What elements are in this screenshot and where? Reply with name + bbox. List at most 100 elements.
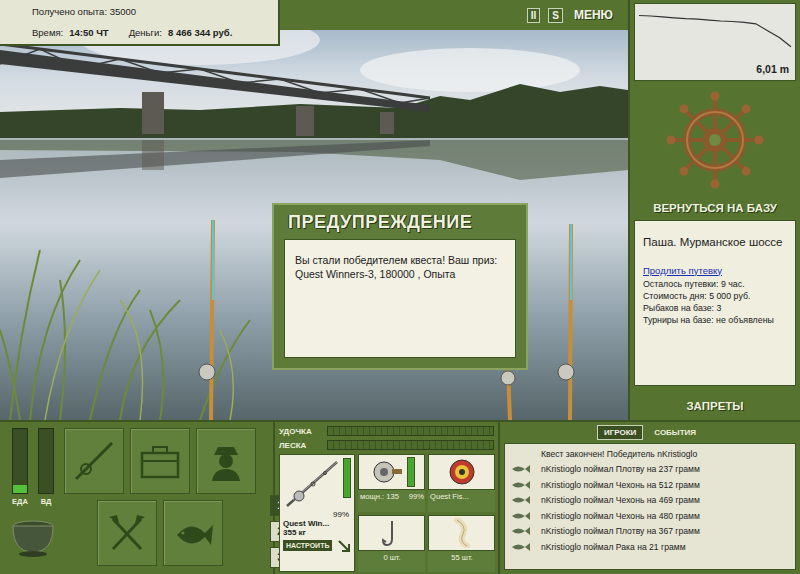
- player-stats: Получено опыта: 35000 Время: 14:50 ЧТ Деньг…: [0, 0, 280, 46]
- rod-name: Quest Win...: [283, 519, 351, 528]
- reel-wear-track: [407, 457, 415, 487]
- need-fill: [13, 485, 27, 493]
- side-panel: 6,01 m ВЕРНУТЬСЯ НА БАЗУ Паша. Мурманское …: [628, 0, 800, 420]
- rod-wear-reading: 99%: [283, 510, 351, 519]
- tackle: 99%Quest Win...355 кгНАСТРОИТЬмощн.: 135…: [279, 454, 494, 572]
- base-info-line: Турниры на базе: не объявлены: [643, 314, 789, 326]
- fish-icon: [511, 464, 531, 474]
- feed-row: nKristioglo поймал Чехонь на 512 грамм: [509, 477, 791, 493]
- dialog-message: Вы стали победителем квеста! Ваш приз: Q…: [284, 239, 516, 358]
- tension-label: ЛЕСКА: [279, 441, 323, 450]
- fish-icon: [511, 480, 531, 490]
- action-row: [64, 500, 256, 566]
- reel-text: мощн.: 135 99%: [358, 490, 425, 501]
- tension-row: УДОЧКА: [279, 426, 494, 436]
- feed-message: nKristioglo поймал Рака на 21 грамм: [541, 542, 686, 552]
- money-label: Деньги:: [129, 27, 162, 38]
- tackle-grid: мощн.: 135 99% Quest Fis... 0 шт. 55 шт.: [358, 454, 495, 572]
- cauldron-icon[interactable]: [8, 512, 58, 558]
- need-label: ЕДА: [12, 497, 28, 506]
- feed-section: ИГРОКИ СОБЫТИЯ Квест закончен! Победитель …: [500, 422, 800, 574]
- fish-slot: [509, 480, 533, 490]
- arrow-icon[interactable]: [338, 540, 350, 552]
- fish-slot: [509, 526, 533, 536]
- reel-slot[interactable]: мощн.: 135 99%: [358, 454, 425, 512]
- action-row: [64, 428, 256, 494]
- actions-section: ЕДАВД123: [0, 422, 275, 574]
- rod-weight: 355 кг: [283, 528, 351, 537]
- ship-wheel-icon[interactable]: [665, 90, 765, 190]
- feed-message: Квест закончен! Победитель nKristioglo: [541, 449, 697, 459]
- rod-wear-track: [343, 458, 351, 498]
- hook-image: [358, 515, 425, 551]
- base-info: Паша. Мурманское шоссеПродлить путевкуОс…: [634, 220, 796, 386]
- time-value: 14:50 ЧТ: [69, 27, 108, 38]
- time-label: Время:: [32, 27, 63, 38]
- tension-track: [327, 440, 494, 450]
- reel-image: [358, 454, 425, 490]
- setup-button[interactable]: НАСТРОИТЬ: [283, 540, 332, 551]
- feed-list: Квест закончен! Победитель nKristioglo nK…: [504, 443, 796, 570]
- rod-wear-fill: [344, 459, 350, 497]
- fish-icon: [171, 511, 215, 555]
- tackle-section: УДОЧКАЛЕСКА99%Quest Win...355 кгНАСТРОИТ…: [275, 422, 500, 574]
- line-spool-icon: [447, 458, 477, 486]
- rod-icon: [283, 458, 341, 510]
- tackle-box-icon: [138, 439, 182, 483]
- toolbar-button[interactable]: S: [548, 8, 563, 23]
- tension-label: УДОЧКА: [279, 427, 323, 436]
- feed-message: nKristioglo поймал Чехонь на 512 грамм: [541, 480, 700, 490]
- line-slot[interactable]: Quest Fis...: [428, 454, 495, 512]
- reel-wear-reading: 99%: [409, 492, 424, 501]
- hook-text: 0 шт.: [358, 551, 425, 562]
- hook-slot[interactable]: 0 шт.: [358, 515, 425, 573]
- feed-tabs: ИГРОКИ СОБЫТИЯ: [504, 425, 796, 440]
- bait-count: 55 шт.: [451, 553, 472, 562]
- reel-power: мощн.: 135: [360, 492, 399, 501]
- feed-row: Квест закончен! Победитель nKristioglo: [509, 446, 791, 462]
- fish-cage-button[interactable]: [163, 500, 223, 566]
- return-to-base-button[interactable]: ВЕРНУТЬСЯ НА БАЗУ: [630, 199, 800, 217]
- rod-button[interactable]: [64, 428, 124, 494]
- stats-row: Время: 14:50 ЧТ Деньги: 8 466 344 руб.: [32, 27, 278, 38]
- game-area: Получено опыта: 35000 Время: 14:50 ЧТ Деньг…: [0, 0, 800, 420]
- feed-tab[interactable]: ИГРОКИ: [597, 425, 643, 440]
- need-bars: ЕДА ВД: [12, 428, 54, 506]
- rod-icon: [72, 439, 116, 483]
- line-image: [428, 454, 495, 490]
- fisherman-icon: [204, 439, 248, 483]
- feed-row: nKristioglo поймал Чехонь на 469 грамм: [509, 493, 791, 509]
- toolbar-button[interactable]: II: [527, 8, 541, 23]
- hook-count: 0 шт.: [383, 553, 400, 562]
- toolbar-button[interactable]: МЕНЮ: [571, 7, 616, 23]
- fish-slot: [509, 464, 533, 474]
- need-meter: ЕДА: [12, 428, 28, 506]
- reel-wear-fill: [408, 458, 414, 486]
- fisherman-button[interactable]: [196, 428, 256, 494]
- tackle-box-button[interactable]: [130, 428, 190, 494]
- fish-icon: [511, 526, 531, 536]
- fishing-scene: Получено опыта: 35000 Время: 14:50 ЧТ Деньг…: [0, 0, 628, 420]
- tension-row: ЛЕСКА: [279, 440, 494, 450]
- fish-icon: [511, 511, 531, 521]
- money-value: 8 466 344 руб.: [168, 27, 232, 38]
- need-meter: ВД: [38, 428, 54, 506]
- feed-row: nKristioglo поймал Рака на 21 грамм: [509, 539, 791, 555]
- experience-text: Получено опыта: 35000: [32, 6, 278, 17]
- bait-slot[interactable]: 55 шт.: [428, 515, 495, 573]
- food-button[interactable]: [97, 500, 157, 566]
- extend-permit-link[interactable]: Продлить путевку: [643, 265, 789, 276]
- bait-text: 55 шт.: [428, 551, 495, 562]
- depth-reading: 6,01 m: [756, 63, 789, 75]
- dialog-title: ПРЕДУПРЕЖДЕНИЕ: [274, 205, 526, 239]
- feed-row: nKristioglo поймал Чехонь на 480 грамм: [509, 508, 791, 524]
- feed-tab[interactable]: СОБЫТИЯ: [647, 425, 703, 440]
- line-text: Quest Fis...: [428, 490, 495, 501]
- bans-button[interactable]: ЗАПРЕТЫ: [630, 394, 800, 420]
- feed-message: nKristioglo поймал Чехонь на 480 грамм: [541, 511, 700, 521]
- rod-card[interactable]: 99%Quest Win...355 кг НАСТРОИТЬ: [279, 454, 355, 572]
- rod-top: [283, 458, 351, 510]
- action-buttons: [64, 428, 256, 570]
- depth-chart: 6,01 m: [634, 3, 796, 81]
- reel-icon: [368, 458, 404, 486]
